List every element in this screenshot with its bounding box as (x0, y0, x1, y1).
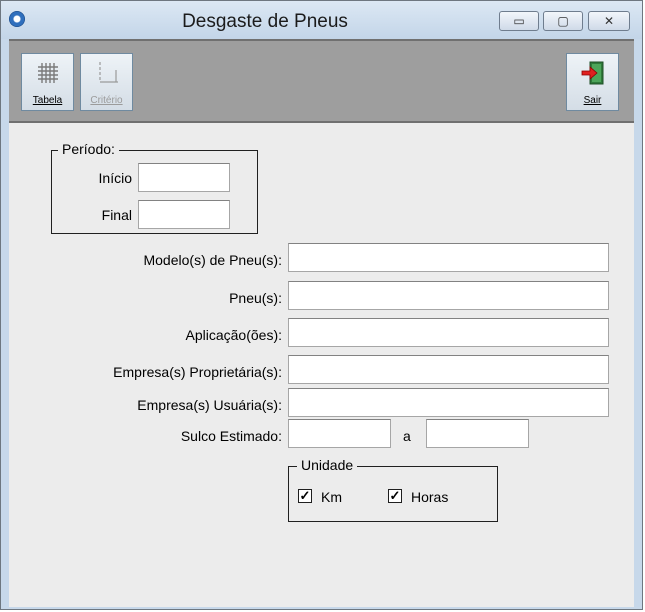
app-window: Desgaste de Pneus ▭ ▢ ✕ Tabela Critério … (0, 0, 643, 610)
close-icon: ✕ (603, 14, 615, 28)
toolbar: Tabela Critério Sair (9, 39, 634, 123)
sulco-label: Sulco Estimado: (180, 428, 282, 444)
empresa-proprietaria-label: Empresa(s) Proprietária(s): (113, 364, 282, 380)
sair-button[interactable]: Sair (566, 53, 619, 111)
close-button[interactable]: ✕ (588, 11, 630, 31)
minimize-button[interactable]: ▭ (499, 11, 539, 31)
empresa-usuaria-input[interactable] (288, 388, 609, 417)
unidade-legend: Unidade (297, 457, 358, 473)
horas-label[interactable]: Horas (411, 489, 448, 505)
tabela-button[interactable]: Tabela (21, 53, 74, 111)
sulco-separator: a (403, 428, 411, 444)
km-checkbox[interactable]: ✓ (298, 489, 312, 503)
form-area: Período: Início Final Modelo(s) de Pneu(… (9, 123, 634, 607)
maximize-button[interactable]: ▢ (543, 11, 583, 31)
periodo-legend: Período: (58, 141, 119, 157)
tabela-label: Tabela (32, 95, 63, 106)
title-bar[interactable]: Desgaste de Pneus ▭ ▢ ✕ (1, 1, 642, 39)
exit-door-icon (581, 61, 603, 85)
aplicacoes-input[interactable] (288, 318, 609, 347)
maximize-icon: ▢ (557, 14, 569, 28)
km-label[interactable]: Km (321, 489, 342, 505)
inicio-label: Início (98, 170, 132, 186)
criterio-label: Critério (90, 95, 123, 106)
empresa-proprietaria-input[interactable] (288, 355, 609, 384)
horas-checkbox[interactable]: ✓ (388, 489, 402, 503)
sulco-ate-input[interactable] (426, 419, 529, 448)
aplicacoes-label: Aplicação(ões): (185, 327, 283, 343)
final-label: Final (101, 207, 132, 223)
sulco-de-input[interactable] (288, 419, 391, 448)
pneus-label: Pneu(s): (229, 290, 282, 306)
grid-icon (37, 63, 58, 83)
window-title: Desgaste de Pneus (182, 11, 348, 32)
criterio-button[interactable]: Critério (80, 53, 133, 111)
minimize-icon: ▭ (513, 14, 525, 28)
modelos-label: Modelo(s) de Pneu(s): (143, 252, 282, 268)
modelos-input[interactable] (288, 243, 609, 272)
inicio-input[interactable] (138, 163, 230, 192)
empresa-usuaria-label: Empresa(s) Usuária(s): (137, 397, 282, 413)
pneus-input[interactable] (288, 281, 609, 310)
final-input[interactable] (138, 200, 230, 229)
sair-label: Sair (583, 95, 602, 106)
criteria-icon (98, 62, 118, 83)
